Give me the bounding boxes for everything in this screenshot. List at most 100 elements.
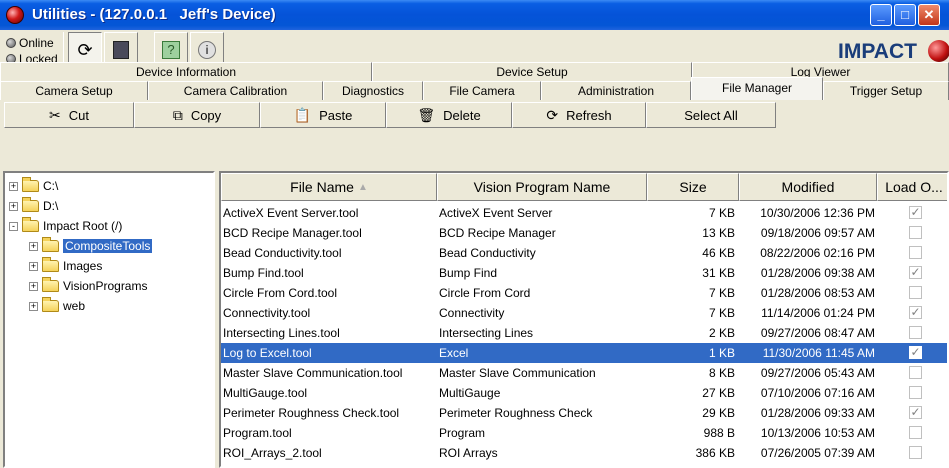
select-all-button[interactable]: Select All <box>646 102 776 128</box>
tree-item-impact-root[interactable]: - Impact Root (/) <box>9 217 122 235</box>
load-on-startup-checkbox[interactable] <box>909 326 922 339</box>
cell-vision-program-name: Connectivity <box>439 306 505 320</box>
load-on-startup-checkbox[interactable] <box>909 226 922 239</box>
load-on-startup-checkbox[interactable] <box>909 246 922 259</box>
maximize-button[interactable]: □ <box>894 4 916 26</box>
load-on-startup-checkbox[interactable] <box>909 286 922 299</box>
column-header-vision-program-name[interactable]: Vision Program Name <box>437 173 647 201</box>
file-actions-bar: ✂ Cut ⧉ Copy 📋 Paste 🗑 Delete ⟳ Refresh Selec… <box>0 101 949 129</box>
expand-icon[interactable]: + <box>29 281 38 291</box>
cell-vision-program-name: ActiveX Event Server <box>439 206 553 220</box>
tab-camera-calibration[interactable]: Camera Calibration <box>148 81 323 100</box>
table-row[interactable]: MultiGauge.tool MultiGauge 27 KB 07/10/2006… <box>221 383 947 403</box>
table-row[interactable]: Connectivity.tool Connectivity 7 KB 11/14/2… <box>221 303 947 323</box>
folder-tree[interactable]: + C:\ + D:\ - Impact Root (/) + CompositeToo… <box>3 171 215 468</box>
table-row[interactable]: Intersecting Lines.tool Intersecting Line… <box>221 323 947 343</box>
cell-vision-program-name: Excel <box>439 346 469 360</box>
cell-modified: 10/30/2006 12:36 PM <box>760 206 875 220</box>
delete-button[interactable]: 🗑 Delete <box>386 102 512 128</box>
title-bar[interactable]: Utilities - (127.0.0.1 Jeff's Device) _ … <box>0 0 949 30</box>
expand-icon[interactable]: + <box>9 181 18 191</box>
cell-file-name: Program.tool <box>223 426 292 440</box>
cell-size: 7 KB <box>708 306 735 320</box>
table-row[interactable]: BCD Recipe Manager.tool BCD Recipe Manage… <box>221 223 947 243</box>
table-row[interactable]: Bump Find.tool Bump Find 31 KB 01/28/2006 0… <box>221 263 947 283</box>
tree-item-images[interactable]: + Images <box>29 257 102 275</box>
load-on-startup-checkbox[interactable]: ✓ <box>909 346 922 359</box>
load-on-startup-checkbox[interactable] <box>909 366 922 379</box>
column-header-modified[interactable]: Modified <box>739 173 877 201</box>
cell-file-name: MultiGauge.tool <box>223 386 308 400</box>
load-on-startup-checkbox[interactable] <box>909 446 922 459</box>
cell-size: 31 KB <box>702 266 735 280</box>
load-on-startup-checkbox[interactable] <box>909 426 922 439</box>
column-header-load-on-startup[interactable]: Load O... <box>877 173 947 201</box>
table-row[interactable]: Program.tool Program 988 B 10/13/2006 10:53… <box>221 423 947 443</box>
cell-vision-program-name: Bead Conductivity <box>439 246 536 260</box>
cell-file-name: BCD Recipe Manager.tool <box>223 226 362 240</box>
table-row[interactable]: Bead Conductivity.tool Bead Conductivity 4… <box>221 243 947 263</box>
cell-size: 8 KB <box>708 366 735 380</box>
online-indicator-icon <box>6 38 16 48</box>
column-header-size[interactable]: Size <box>647 173 739 201</box>
table-row[interactable]: Circle From Cord.tool Circle From Cord 7 K… <box>221 283 947 303</box>
folder-icon <box>42 297 59 312</box>
file-table[interactable]: File Name ▲ Vision Program Name Size Mod… <box>219 171 949 468</box>
cell-size: 386 KB <box>695 446 735 460</box>
cell-vision-program-name: ROI Arrays <box>439 446 498 460</box>
table-row[interactable]: Log to Excel.tool Excel 1 KB 11/30/2006 11:… <box>221 343 947 363</box>
expand-icon[interactable]: + <box>29 301 38 311</box>
tree-item-label: CompositeTools <box>63 239 153 253</box>
tab-trigger-setup[interactable]: Trigger Setup <box>823 81 949 100</box>
table-row[interactable]: Perimeter Roughness Check.tool Perimeter … <box>221 403 947 423</box>
table-row[interactable]: Master Slave Communication.tool Master Sl… <box>221 363 947 383</box>
table-header: File Name ▲ Vision Program Name Size Mod… <box>221 173 947 201</box>
tree-item-vision-programs[interactable]: + VisionPrograms <box>29 277 147 295</box>
open-folder-icon <box>22 217 39 232</box>
tab-device-information[interactable]: Device Information <box>0 62 372 81</box>
cell-size: 13 KB <box>702 226 735 240</box>
load-on-startup-checkbox[interactable] <box>909 386 922 399</box>
cell-modified: 07/10/2006 07:16 AM <box>760 386 875 400</box>
info-icon: i <box>198 41 216 59</box>
load-on-startup-checkbox[interactable]: ✓ <box>909 206 922 219</box>
load-on-startup-checkbox[interactable]: ✓ <box>909 266 922 279</box>
paste-button[interactable]: 📋 Paste <box>260 102 386 128</box>
cell-file-name: Circle From Cord.tool <box>223 286 338 300</box>
minimize-button[interactable]: _ <box>870 4 892 26</box>
folder-icon <box>22 177 39 192</box>
tree-item-web[interactable]: + web <box>29 297 85 315</box>
load-on-startup-checkbox[interactable]: ✓ <box>909 306 922 319</box>
tree-item-composite-tools[interactable]: + CompositeTools <box>29 237 153 255</box>
table-row[interactable]: ROI_Arrays_2.tool ROI Arrays 386 KB 07/26/2… <box>221 443 947 463</box>
column-header-file-name[interactable]: File Name ▲ <box>221 173 437 201</box>
cut-button[interactable]: ✂ Cut <box>4 102 134 128</box>
tab-file-manager[interactable]: File Manager <box>691 77 823 100</box>
close-button[interactable]: ✕ <box>918 4 940 26</box>
refresh-button[interactable]: ⟳ Refresh <box>512 102 646 128</box>
load-on-startup-checkbox[interactable]: ✓ <box>909 406 922 419</box>
cell-modified: 11/14/2006 01:24 PM <box>761 306 875 320</box>
tree-item-label: C:\ <box>43 179 59 193</box>
impact-logo: IMPACT <box>838 40 917 63</box>
table-row[interactable]: ActiveX Event Server.tool ActiveX Event S… <box>221 203 947 223</box>
tab-camera-setup[interactable]: Camera Setup <box>0 81 148 100</box>
tab-device-setup[interactable]: Device Setup <box>372 62 692 81</box>
cell-modified: 01/28/2006 09:33 AM <box>760 406 875 420</box>
expand-icon[interactable]: + <box>29 261 38 271</box>
app-icon[interactable] <box>6 6 24 24</box>
collapse-icon[interactable]: - <box>9 221 18 231</box>
expand-icon[interactable]: + <box>29 241 38 251</box>
expand-icon[interactable]: + <box>9 201 18 211</box>
tree-item-c-drive[interactable]: + C:\ <box>9 177 58 195</box>
tab-administration[interactable]: Administration <box>541 81 691 100</box>
tab-file-camera[interactable]: File Camera <box>423 81 541 100</box>
cut-label: Cut <box>68 107 89 123</box>
online-label: Online <box>19 36 54 50</box>
tab-diagnostics[interactable]: Diagnostics <box>323 81 423 100</box>
tree-item-label: Images <box>63 259 103 273</box>
cell-vision-program-name: BCD Recipe Manager <box>439 226 556 240</box>
tree-item-d-drive[interactable]: + D:\ <box>9 197 58 215</box>
copy-button[interactable]: ⧉ Copy <box>134 102 260 128</box>
cell-modified: 09/27/2006 08:47 AM <box>760 326 875 340</box>
